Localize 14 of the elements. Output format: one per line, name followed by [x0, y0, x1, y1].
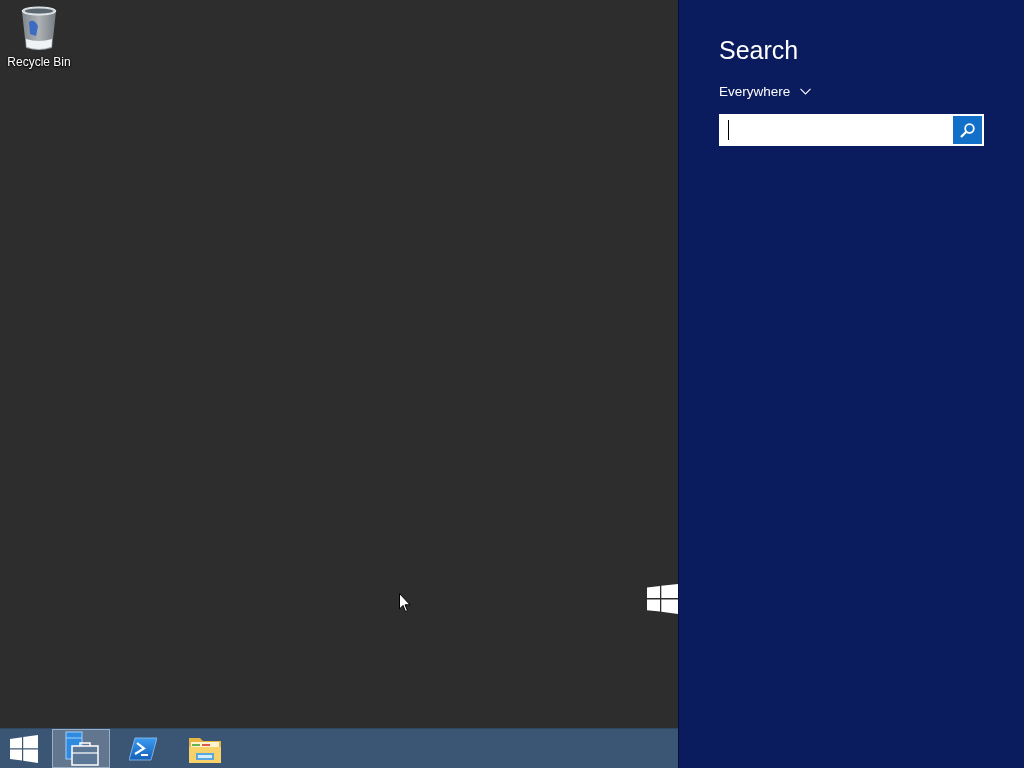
taskbar-button[interactable]: [52, 729, 110, 768]
terminal-prompt-icon: [129, 736, 157, 761]
search-icon: [960, 122, 975, 138]
search-field[interactable]: [719, 114, 953, 146]
chevron-down-icon: [800, 88, 812, 95]
windows-logo-icon: [647, 584, 678, 614]
mouse-pointer-icon: [399, 593, 411, 613]
search-button[interactable]: [953, 114, 984, 146]
scope-dropdown[interactable]: Everywhere: [719, 84, 812, 99]
desktop-icon-label[interactable]: Recycle Bin: [7, 55, 71, 69]
server-toolbox-icon: [63, 730, 99, 767]
windows-logo-icon: [10, 734, 38, 763]
trash-bin-icon: [20, 6, 58, 52]
pane-title: Search: [719, 35, 799, 66]
